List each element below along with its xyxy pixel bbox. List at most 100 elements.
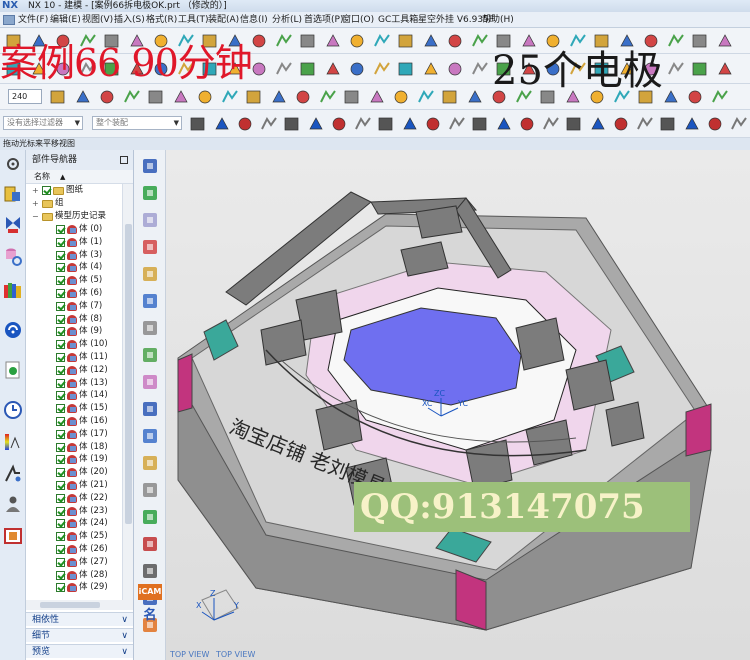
checkbox-icon[interactable] [56, 237, 65, 247]
grid-icon[interactable] [353, 114, 373, 134]
split-icon[interactable] [140, 480, 160, 500]
intersection-icon[interactable] [682, 114, 702, 134]
pan-icon[interactable] [710, 87, 730, 107]
checkbox-icon[interactable] [42, 186, 51, 195]
rotate-icon[interactable] [293, 87, 313, 107]
process-studio-icon[interactable] [3, 464, 23, 484]
web-browser-icon[interactable] [3, 320, 23, 340]
checkbox-icon[interactable] [56, 391, 65, 401]
snap-point-icon[interactable] [400, 114, 420, 134]
navigator-column-header[interactable]: 名称 ▲ [26, 170, 133, 184]
checkbox-icon[interactable] [56, 301, 65, 311]
snap-point-icon[interactable] [212, 114, 232, 134]
checkbox-icon[interactable] [56, 442, 65, 452]
paste-icon[interactable] [421, 31, 441, 51]
checkbox-icon[interactable] [56, 468, 65, 478]
checkbox-icon[interactable] [56, 250, 65, 260]
checkbox-icon[interactable] [56, 417, 65, 426]
visualization-icon[interactable] [3, 432, 23, 452]
name-glyph-button[interactable]: 名 [142, 608, 158, 624]
graphics-viewport[interactable]: 淘宝店铺 老刘模具工作室 ZC YC XC Z Y X QQ:913147075… [166, 150, 750, 660]
menu-preferences[interactable]: 首选项(P) [304, 12, 343, 28]
pattern-icon[interactable] [140, 453, 160, 473]
selection-filter-select[interactable]: 没有选择过滤器 ▼ [3, 116, 83, 130]
menu-insert[interactable]: 插入(S) [114, 12, 145, 28]
blend-icon[interactable] [274, 59, 294, 79]
undo-icon[interactable] [323, 31, 343, 51]
panel-dependencies[interactable]: 相依性 ∨ [26, 612, 133, 626]
center-icon[interactable] [470, 114, 490, 134]
center-icon[interactable] [658, 114, 678, 134]
block-icon[interactable] [421, 59, 441, 79]
checkbox-icon[interactable] [56, 545, 65, 554]
section-icon[interactable] [195, 87, 215, 107]
zoom-icon[interactable] [269, 87, 289, 107]
menu-analysis[interactable]: 分析(L) [272, 12, 302, 28]
checkbox-icon[interactable] [56, 532, 65, 542]
menu-help[interactable]: 帮助(H) [482, 12, 514, 28]
icam-badge[interactable]: iCAM [138, 584, 162, 600]
replace-face-icon[interactable] [140, 291, 160, 311]
scrollbar-thumb[interactable] [125, 224, 132, 524]
maximize-icon[interactable] [120, 156, 128, 164]
report-icon[interactable] [140, 534, 160, 554]
mid-point-icon[interactable] [447, 114, 467, 134]
menu-tools[interactable]: 工具(T) [178, 12, 209, 28]
roles-icon[interactable] [3, 494, 23, 514]
shell-icon[interactable] [323, 59, 343, 79]
navigator-vertical-scrollbar[interactable] [122, 184, 133, 600]
zoom-icon[interactable] [73, 87, 93, 107]
constraint-navigator-icon[interactable] [3, 246, 23, 266]
checkbox-icon[interactable] [56, 378, 65, 388]
zoom-select[interactable]: 240 [8, 89, 42, 104]
checkbox-icon[interactable] [56, 493, 65, 503]
rotate-icon[interactable] [685, 87, 705, 107]
end-point-icon[interactable] [611, 114, 631, 134]
pan-icon[interactable] [122, 87, 142, 107]
panel-details[interactable]: 细节 ∨ [26, 628, 133, 642]
assembly-scope-select[interactable]: 整个装配 ▼ [92, 116, 182, 130]
shaded-icon[interactable] [146, 87, 166, 107]
grid-icon[interactable] [541, 114, 561, 134]
menu-gc-toolkit[interactable]: GC工具箱 [378, 12, 418, 28]
checkbox-icon[interactable] [56, 263, 65, 273]
sphere-icon[interactable] [396, 59, 416, 79]
select-icon[interactable] [564, 114, 584, 134]
sketch-icon[interactable] [445, 31, 465, 51]
save-icon[interactable] [298, 31, 318, 51]
assembly-navigator-icon[interactable] [3, 214, 23, 234]
section-icon[interactable] [391, 87, 411, 107]
zoom-icon[interactable] [661, 87, 681, 107]
edit-icon[interactable] [140, 372, 160, 392]
checkbox-icon[interactable] [56, 557, 65, 567]
offset-region-icon[interactable] [140, 264, 160, 284]
part-navigator-icon[interactable] [3, 184, 23, 204]
checkbox-icon[interactable] [56, 506, 65, 516]
menu-app-icon[interactable] [3, 15, 15, 25]
shaded-icon[interactable] [342, 87, 362, 107]
cylinder-icon[interactable] [249, 59, 269, 79]
checkbox-icon[interactable] [56, 570, 65, 580]
checkbox-icon[interactable] [56, 583, 65, 593]
wireframe-icon[interactable] [367, 87, 387, 107]
menu-file[interactable]: 文件(F) [18, 12, 48, 28]
quadrant-icon[interactable] [517, 114, 537, 134]
wireframe-icon[interactable] [171, 87, 191, 107]
mid-point-icon[interactable] [635, 114, 655, 134]
blend-icon[interactable] [666, 59, 686, 79]
end-point-icon[interactable] [423, 114, 443, 134]
center-icon[interactable] [282, 114, 302, 134]
move-face-icon[interactable] [140, 156, 160, 176]
grid-icon[interactable] [729, 114, 749, 134]
redo-icon[interactable] [347, 31, 367, 51]
offset-icon[interactable] [347, 59, 367, 79]
sort-ascending-icon[interactable]: ▲ [60, 170, 65, 184]
cut-icon[interactable] [372, 31, 392, 51]
mirror-icon[interactable] [140, 237, 160, 257]
zoom-icon[interactable] [465, 87, 485, 107]
extrude-icon[interactable] [470, 31, 490, 51]
menu-info[interactable]: 信息(I) [240, 12, 268, 28]
cylinder-icon[interactable] [445, 59, 465, 79]
checkbox-icon[interactable] [56, 225, 65, 234]
paste-icon[interactable] [666, 31, 686, 51]
